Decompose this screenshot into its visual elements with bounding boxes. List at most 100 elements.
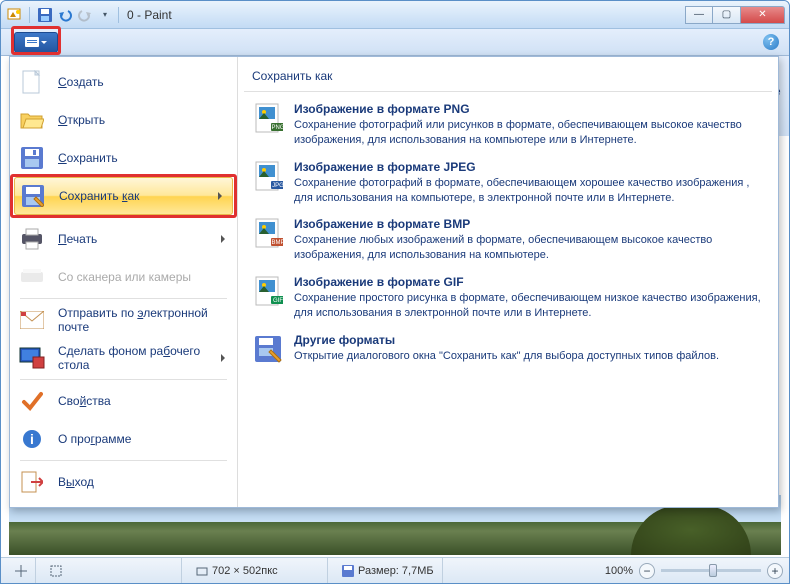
undo-icon[interactable] — [56, 6, 74, 24]
menu-label: Печать — [58, 232, 209, 246]
submenu-arrow-icon — [221, 354, 225, 362]
submenu-item-desc: Сохранение фотографий или рисунков в фор… — [294, 118, 764, 148]
zoom-in-button[interactable]: + — [767, 563, 783, 579]
printer-icon — [18, 226, 46, 252]
gif-format-icon: GIF — [252, 275, 284, 307]
desktop-icon — [18, 345, 46, 371]
selection-icon — [50, 565, 62, 577]
folder-open-icon — [18, 107, 46, 133]
bmp-format-icon: BMP — [252, 217, 284, 249]
menu-item-email[interactable]: Отправить по электронной почте — [12, 301, 235, 339]
submenu-arrow-icon — [218, 192, 222, 200]
submenu-item-title: Изображение в формате BMP — [294, 217, 764, 231]
menu-label: Со сканера или камеры — [58, 270, 225, 284]
checkmark-icon — [18, 388, 46, 414]
save-as-icon — [19, 183, 47, 209]
file-size: Размер: 7,7МБ — [334, 558, 443, 583]
jpeg-format-icon: JPG — [252, 160, 284, 192]
menu-label: Создать — [58, 75, 225, 89]
menu-item-open[interactable]: Открыть — [12, 101, 235, 139]
submenu-arrow-icon — [221, 235, 225, 243]
file-menu-panel: Создать Открыть Сохранить Сохранить как … — [9, 56, 779, 508]
menu-item-new[interactable]: Создать — [12, 63, 235, 101]
disk-icon — [342, 565, 354, 577]
cursor-position — [7, 558, 36, 583]
paint-window: ▾ 0 - Paint — ▢ ✕ ? енение етов Создать — [0, 0, 790, 584]
menu-item-about[interactable]: i О программе — [12, 420, 235, 458]
file-menu-list: Создать Открыть Сохранить Сохранить как … — [10, 57, 238, 507]
submenu-item-title: Другие форматы — [294, 333, 764, 347]
scanner-icon — [18, 264, 46, 290]
crosshair-icon — [15, 565, 27, 577]
submenu-item-jpeg[interactable]: JPG Изображение в формате JPEG Сохранение… — [244, 156, 772, 214]
close-button[interactable]: ✕ — [741, 6, 785, 24]
exit-icon — [18, 469, 46, 495]
menu-item-wallpaper[interactable]: Сделать фоном рабочего стола — [12, 339, 235, 377]
image-dimensions: 702 × 502пкс — [188, 558, 328, 583]
png-format-icon: PNG — [252, 102, 284, 134]
selection-size — [42, 558, 182, 583]
new-file-icon — [18, 69, 46, 95]
menu-label: О программе — [58, 432, 225, 446]
dimensions-icon — [196, 565, 208, 577]
redo-icon[interactable] — [76, 6, 94, 24]
menu-item-properties[interactable]: Свойства — [12, 382, 235, 420]
zoom-thumb[interactable] — [709, 564, 717, 577]
menu-item-exit[interactable]: Выход — [12, 463, 235, 501]
submenu-item-desc: Открытие диалогового окна "Сохранить как… — [294, 349, 764, 364]
menu-label: Отправить по электронной почте — [58, 306, 225, 334]
minimize-button[interactable]: — — [685, 6, 713, 24]
submenu-title: Сохранить как — [244, 65, 772, 92]
other-formats-icon — [252, 333, 284, 365]
email-icon — [18, 307, 46, 333]
svg-text:PNG: PNG — [271, 125, 283, 131]
ribbon-tabs: ? — [1, 29, 789, 56]
submenu-item-desc: Сохранение любых изображений в формате, … — [294, 233, 764, 263]
zoom-out-button[interactable]: − — [639, 563, 655, 579]
menu-label: Открыть — [58, 113, 225, 127]
submenu-item-title: Изображение в формате PNG — [294, 102, 764, 116]
svg-text:GIF: GIF — [273, 298, 283, 304]
submenu-item-desc: Сохранение фотографий в формате, обеспеч… — [294, 176, 764, 206]
save-floppy-icon — [18, 145, 46, 171]
menu-separator — [20, 298, 227, 299]
submenu-item-other[interactable]: Другие форматы Открытие диалогового окна … — [244, 329, 772, 373]
menu-separator — [20, 217, 227, 218]
menu-label: Сохранить — [58, 151, 225, 165]
menu-label: Сохранить как — [59, 189, 206, 203]
submenu-item-desc: Сохранение простого рисунка в формате, о… — [294, 291, 764, 321]
menu-label: Выход — [58, 475, 225, 489]
menu-label: Свойства — [58, 394, 225, 408]
menu-label: Сделать фоном рабочего стола — [58, 344, 209, 372]
window-title: 0 - Paint — [127, 8, 172, 22]
help-icon[interactable]: ? — [763, 34, 779, 50]
file-menu-button[interactable] — [14, 32, 58, 53]
qat-dropdown-icon[interactable]: ▾ — [96, 6, 114, 24]
submenu-item-gif[interactable]: GIF Изображение в формате GIF Сохранение … — [244, 271, 772, 329]
menu-item-save[interactable]: Сохранить — [12, 139, 235, 177]
menu-separator — [20, 379, 227, 380]
menu-item-scanner: Со сканера или камеры — [12, 258, 235, 296]
zoom-level: 100% — [605, 565, 633, 577]
zoom-slider[interactable] — [661, 569, 761, 572]
svg-text:i: i — [30, 431, 34, 447]
info-icon: i — [18, 426, 46, 452]
submenu-item-png[interactable]: PNG Изображение в формате PNG Сохранение … — [244, 98, 772, 156]
window-controls: — ▢ ✕ — [685, 6, 785, 24]
submenu-item-title: Изображение в формате JPEG — [294, 160, 764, 174]
submenu-item-bmp[interactable]: BMP Изображение в формате BMP Сохранение … — [244, 213, 772, 271]
svg-text:BMP: BMP — [271, 240, 283, 246]
save-as-submenu: Сохранить как PNG Изображение в формате … — [238, 57, 778, 507]
submenu-item-title: Изображение в формате GIF — [294, 275, 764, 289]
svg-text:JPG: JPG — [272, 183, 283, 189]
zoom-controls: 100% − + — [605, 563, 783, 579]
quick-access-toolbar: ▾ — [5, 6, 114, 24]
paint-app-icon — [5, 6, 23, 24]
maximize-button[interactable]: ▢ — [713, 6, 741, 24]
statusbar: 702 × 502пкс Размер: 7,7МБ 100% − + — [1, 557, 789, 583]
menu-item-print[interactable]: Печать — [12, 220, 235, 258]
menu-item-save-as[interactable]: Сохранить как — [14, 177, 233, 215]
titlebar[interactable]: ▾ 0 - Paint — ▢ ✕ — [1, 1, 789, 29]
chevron-down-icon — [41, 41, 47, 44]
save-icon[interactable] — [36, 6, 54, 24]
